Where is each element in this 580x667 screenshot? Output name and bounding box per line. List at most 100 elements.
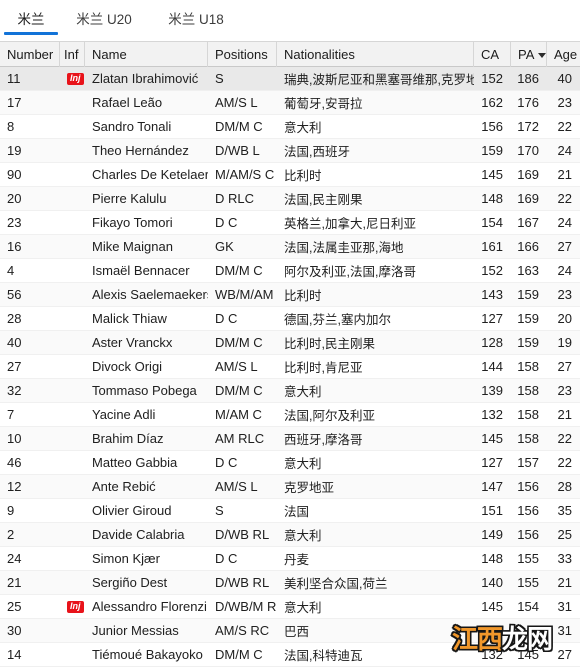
table-row[interactable]: 90 Charles De Ketelaere M/AM/S C 比利时 145 169 2… bbox=[0, 163, 580, 187]
cell-ca: 139 bbox=[481, 383, 503, 398]
cell-age: 24 bbox=[557, 143, 572, 158]
cell-nationalities: 瑞典,波斯尼亚和黑塞哥维那,克罗地亚 bbox=[284, 73, 474, 87]
cell-ca: 127 bbox=[481, 311, 503, 326]
cell-inf bbox=[60, 523, 85, 547]
table-row[interactable]: 20 Pierre Kalulu D RLC 法国,民主刚果 148 169 22 bbox=[0, 187, 580, 211]
table-row[interactable]: 17 Rafael Leão AM/S L 葡萄牙,安哥拉 162 176 23 bbox=[0, 91, 580, 115]
table-row[interactable]: 4 Ismaël Bennacer DM/M C 阿尔及利亚,法国,摩洛哥 152 163… bbox=[0, 259, 580, 283]
table-row[interactable]: 24 Simon Kjær D C 丹麦 148 155 33 bbox=[0, 547, 580, 571]
injury-badge: Inj bbox=[67, 72, 84, 85]
table-row[interactable]: 14 Tiémoué Bakayoko DM/M C 法国,科特迪瓦 132 145 27 bbox=[0, 643, 580, 667]
cell-name: Alexis Saelemaekers bbox=[92, 287, 208, 302]
cell-age: 24 bbox=[557, 263, 572, 278]
column-header-inf[interactable]: Inf bbox=[60, 41, 85, 67]
cell-nationalities: 意大利 bbox=[284, 385, 322, 399]
cell-positions: M/AM/S C bbox=[215, 167, 275, 182]
cell-age: 19 bbox=[557, 335, 572, 350]
cell-nationalities: 法国,阿尔及利亚 bbox=[284, 409, 375, 423]
table-row[interactable]: 23 Fikayo Tomori D C 英格兰,加拿大,尼日利亚 154 167 24 bbox=[0, 211, 580, 235]
table-row[interactable]: 8 Sandro Tonali DM/M C 意大利 156 172 22 bbox=[0, 115, 580, 139]
cell-nationalities: 法国,法属圭亚那,海地 bbox=[284, 241, 404, 255]
cell-name: Tiémoué Bakayoko bbox=[92, 647, 203, 662]
cell-name: Ismaël Bennacer bbox=[92, 263, 190, 278]
cell-ca: 162 bbox=[481, 95, 503, 110]
cell-inf bbox=[60, 283, 85, 307]
cell-inf: Inj bbox=[60, 595, 85, 619]
table-row[interactable]: 46 Matteo Gabbia D C 意大利 127 157 22 bbox=[0, 451, 580, 475]
table-row[interactable]: 30 Junior Messias AM/S RC 巴西 31 bbox=[0, 619, 580, 643]
table-row[interactable]: 16 Mike Maignan GK 法国,法属圭亚那,海地 161 166 27 bbox=[0, 235, 580, 259]
cell-age: 27 bbox=[557, 359, 572, 374]
table-row[interactable]: 28 Malick Thiaw D C 德国,芬兰,塞内加尔 127 159 20 bbox=[0, 307, 580, 331]
column-header-name[interactable]: Name bbox=[85, 41, 208, 67]
cell-number: 7 bbox=[7, 407, 15, 422]
column-header-label: Age bbox=[554, 46, 578, 62]
cell-pa: 158 bbox=[517, 407, 539, 422]
cell-positions: S bbox=[215, 503, 224, 518]
cell-age: 22 bbox=[557, 119, 572, 134]
cell-positions: D/WB RL bbox=[215, 527, 270, 542]
cell-inf bbox=[60, 259, 85, 283]
table-row[interactable]: 7 Yacine Adli M/AM C 法国,阿尔及利亚 132 158 21 bbox=[0, 403, 580, 427]
cell-age: 35 bbox=[557, 503, 572, 518]
cell-positions: M/AM C bbox=[215, 407, 262, 422]
cell-positions: S bbox=[215, 71, 224, 86]
cell-name: Aster Vranckx bbox=[92, 335, 173, 350]
column-header-age[interactable]: Age bbox=[547, 41, 580, 67]
cell-nationalities: 葡萄牙,安哥拉 bbox=[284, 97, 363, 111]
table-row[interactable]: 32 Tommaso Pobega DM/M C 意大利 139 158 23 bbox=[0, 379, 580, 403]
cell-positions: AM/S RC bbox=[215, 623, 270, 638]
cell-nationalities: 巴西 bbox=[284, 625, 310, 639]
tab-milan-u18[interactable]: 米兰 U18 bbox=[150, 0, 242, 36]
cell-positions: DM/M C bbox=[215, 119, 263, 134]
table-row[interactable]: 10 Brahim Díaz AM RLC 西班牙,摩洛哥 145 158 22 bbox=[0, 427, 580, 451]
cell-name: Brahim Díaz bbox=[92, 431, 164, 446]
column-header-label: Nationalities bbox=[284, 46, 355, 62]
table-row[interactable]: 40 Aster Vranckx DM/M C 比利时,民主刚果 128 159 19 bbox=[0, 331, 580, 355]
cell-name: Theo Hernández bbox=[92, 143, 189, 158]
table-row[interactable]: 11 Inj Zlatan Ibrahimović S 瑞典,波斯尼亚和黑塞哥维那,克罗… bbox=[0, 67, 580, 91]
cell-positions: DM/M C bbox=[215, 647, 263, 662]
column-header-positions[interactable]: Positions bbox=[208, 41, 277, 67]
cell-number: 21 bbox=[7, 575, 22, 590]
cell-inf bbox=[60, 235, 85, 259]
tab-label: 米兰 U18 bbox=[168, 12, 224, 27]
cell-nationalities: 克罗地亚 bbox=[284, 481, 335, 495]
column-header-ca[interactable]: CA bbox=[474, 41, 511, 67]
cell-ca: 145 bbox=[481, 167, 503, 182]
table-row[interactable]: 2 Davide Calabria D/WB RL 意大利 149 156 25 bbox=[0, 523, 580, 547]
tab-milan-senior[interactable]: 米兰 bbox=[4, 0, 58, 36]
table-header-row: Number Inf Name Positions Nationalities … bbox=[0, 41, 580, 67]
cell-name: Divock Origi bbox=[92, 359, 163, 374]
tab-milan-u20[interactable]: 米兰 U20 bbox=[58, 0, 150, 36]
cell-pa: 167 bbox=[517, 215, 539, 230]
table-row[interactable]: 21 Sergiño Dest D/WB RL 美利坚合众国,荷兰 140 155 21 bbox=[0, 571, 580, 595]
cell-inf: Inj bbox=[60, 67, 85, 91]
cell-number: 20 bbox=[7, 191, 22, 206]
cell-positions: AM RLC bbox=[215, 431, 265, 446]
cell-ca bbox=[474, 619, 511, 643]
column-header-pa[interactable]: PA bbox=[511, 41, 547, 67]
column-header-nationalities[interactable]: Nationalities bbox=[277, 41, 474, 67]
cell-positions: DM/M C bbox=[215, 263, 263, 278]
table-row[interactable]: 27 Divock Origi AM/S L 比利时,肯尼亚 144 158 27 bbox=[0, 355, 580, 379]
cell-pa: 159 bbox=[517, 287, 539, 302]
table-row[interactable]: 19 Theo Hernández D/WB L 法国,西班牙 159 170 24 bbox=[0, 139, 580, 163]
column-header-number[interactable]: Number bbox=[0, 41, 60, 67]
cell-nationalities: 法国 bbox=[284, 505, 310, 519]
cell-number: 23 bbox=[7, 215, 22, 230]
cell-inf bbox=[60, 451, 85, 475]
cell-inf bbox=[60, 211, 85, 235]
cell-number: 30 bbox=[7, 623, 22, 638]
cell-nationalities: 西班牙,摩洛哥 bbox=[284, 433, 363, 447]
cell-age: 28 bbox=[557, 479, 572, 494]
table-row[interactable]: 12 Ante Rebić AM/S L 克罗地亚 147 156 28 bbox=[0, 475, 580, 499]
cell-name: Zlatan Ibrahimović bbox=[92, 71, 199, 86]
cell-ca: 140 bbox=[481, 575, 503, 590]
team-tab-bar: 米兰 米兰 U20 米兰 U18 bbox=[0, 0, 580, 41]
cell-nationalities: 阿尔及利亚,法国,摩洛哥 bbox=[284, 265, 416, 279]
table-row[interactable]: 9 Olivier Giroud S 法国 151 156 35 bbox=[0, 499, 580, 523]
table-row[interactable]: 25 Inj Alessandro Florenzi D/WB/M R 意大利 145 15… bbox=[0, 595, 580, 619]
table-row[interactable]: 56 Alexis Saelemaekers WB/M/AM R 比利时 143 159 2… bbox=[0, 283, 580, 307]
cell-age: 31 bbox=[557, 623, 572, 638]
